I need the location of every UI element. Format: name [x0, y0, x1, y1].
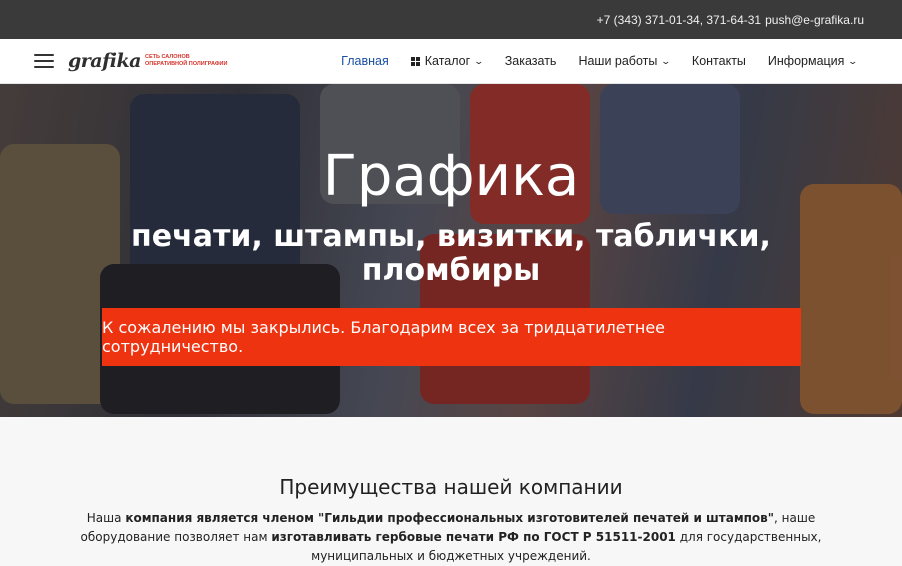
nav-item-label: Каталог [424, 54, 471, 68]
adv-text-part: Наша [86, 511, 126, 525]
logo-tagline: СЕТЬ САЛОНОВ ОПЕРАТИВНОЙ ПОЛИГРАФИИ [145, 54, 227, 68]
chevron-down-icon: ⌄ [473, 55, 485, 66]
nav-item-label: Главная [341, 54, 389, 68]
hamburger-menu-icon[interactable] [34, 54, 54, 68]
chevron-down-icon: ⌄ [847, 55, 859, 66]
hero-title: Графика [322, 144, 580, 209]
logo-wordmark: grafika [68, 50, 141, 72]
nav-menu: Главная Каталог ⌄ Заказать Наши работы ⌄… [330, 54, 868, 68]
nav-item-contacts[interactable]: Контакты [681, 54, 757, 68]
adv-text-bold-part: компания является членом "Гильдии профес… [125, 511, 775, 525]
nav-item-order[interactable]: Заказать [494, 54, 568, 68]
closure-notice-banner: К сожалению мы закрылись. Благодарим все… [102, 308, 801, 366]
advantages-section: Преимущества нашей компании Наша компани… [0, 417, 902, 566]
main-navbar: grafika СЕТЬ САЛОНОВ ОПЕРАТИВНОЙ ПОЛИГРА… [0, 39, 902, 84]
chevron-down-icon: ⌄ [660, 55, 672, 66]
nav-item-catalog[interactable]: Каталог ⌄ [400, 54, 494, 68]
nav-item-label: Заказать [504, 54, 557, 68]
advantages-title: Преимущества нашей компании [279, 475, 623, 499]
nav-item-label: Контакты [691, 54, 746, 68]
hero-subtitle-line1: печати, штампы, визитки, таблички, [131, 219, 771, 254]
advantages-paragraph: Наша компания является членом "Гильдии п… [61, 509, 841, 566]
logo-tagline-line1: СЕТЬ САЛОНОВ [144, 54, 190, 60]
nav-item-works[interactable]: Наши работы ⌄ [567, 54, 680, 68]
nav-item-info[interactable]: Информация ⌄ [757, 54, 868, 68]
adv-text-bold-part: изготавливать гербовые печати РФ по ГОСТ… [271, 530, 676, 544]
phone-link[interactable]: +7 (343) 371-01-34, 371-64-31 [597, 13, 761, 27]
top-contact-bar: +7 (343) 371-01-34, 371-64-31 push@e-gra… [0, 0, 902, 39]
site-logo[interactable]: grafika СЕТЬ САЛОНОВ ОПЕРАТИВНОЙ ПОЛИГРА… [68, 50, 227, 72]
logo-tagline-line2: ОПЕРАТИВНОЙ ПОЛИГРАФИИ [144, 61, 228, 67]
grid-icon [410, 56, 420, 66]
hero-subtitle-line2: пломбиры [361, 253, 541, 288]
nav-item-label: Информация [767, 54, 845, 68]
nav-item-home[interactable]: Главная [330, 54, 400, 68]
email-link[interactable]: push@e-grafika.ru [765, 13, 864, 27]
hero-banner: Графика печати, штампы, визитки, табличк… [0, 84, 902, 417]
nav-item-label: Наши работы [578, 54, 658, 68]
hero-subtitle: печати, штампы, визитки, таблички, пломб… [0, 220, 902, 288]
